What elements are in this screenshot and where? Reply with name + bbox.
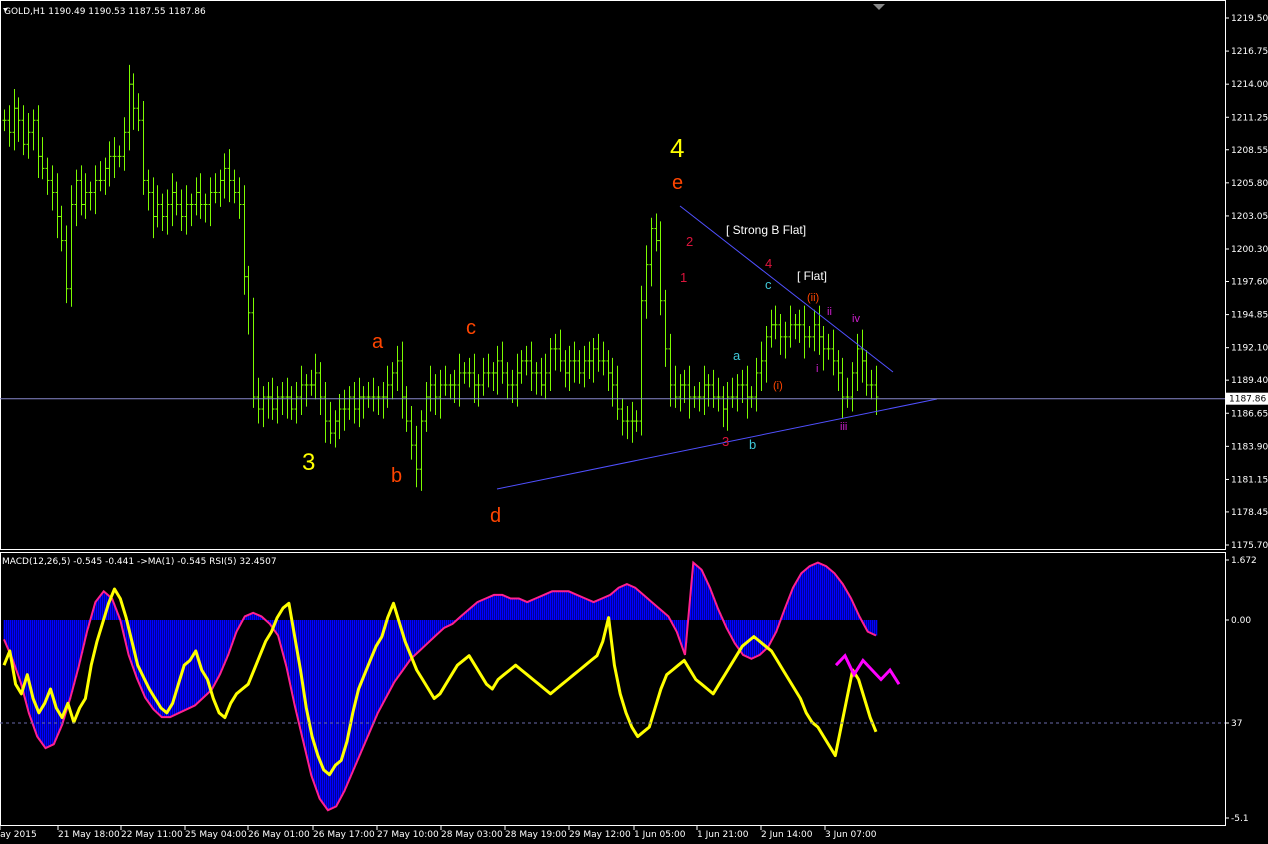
time-tick-label: 25 May 04:00 [185, 830, 247, 840]
indicator-header: MACD(12,26,5) -0.545 -0.441 ->MA(1) -0.5… [2, 557, 277, 567]
price-tick-label: 1197.60 [1231, 278, 1268, 288]
wave-label: 1 [680, 270, 687, 285]
indicator-tick-label: 0.00 [1231, 616, 1251, 626]
wave-label: 3 [722, 434, 729, 449]
wave-label: b [391, 465, 402, 487]
price-tick-label: 1219.50 [1231, 14, 1268, 24]
time-tick-label: 21 May 18:00 [58, 830, 120, 840]
indicator-tick-label: 1.672 [1231, 556, 1257, 566]
price-tick-label: 1203.05 [1231, 212, 1268, 222]
price-tick-label: 1181.15 [1231, 475, 1268, 485]
lower-trendline[interactable] [496, 398, 938, 490]
time-tick-label: 26 May 01:00 [248, 830, 310, 840]
rsi-ma-line [834, 653, 901, 686]
wave-label: 2 [686, 234, 693, 249]
price-tick-label: 1208.55 [1231, 146, 1268, 156]
rsi-line [2, 587, 878, 777]
wave-annotations: 4 e 3 a b c d [ Strong B Flat] [ Flat] 1 2 3 4 a b c (i)… [302, 133, 860, 527]
time-tick-label: 28 May 03:00 [441, 830, 503, 840]
wave-label: [ Flat] [797, 269, 827, 283]
chart-canvas[interactable]: GOLD,H1 1190.49 1190.53 1187.55 1187.86 … [0, 0, 1268, 844]
price-axis: 1219.50 1216.75 1214.00 1211.25 1208.55 1205.… [0, 14, 1268, 551]
wave-label: ii [827, 306, 832, 318]
indicator-axis: 1.672 0.00 37 -5.1 [1225, 556, 1257, 824]
price-tick-label: 1216.75 [1231, 47, 1268, 57]
price-tick-label: 1189.40 [1231, 376, 1268, 386]
price-tick-label: 1192.10 [1231, 344, 1268, 354]
scroll-marker-icon[interactable] [873, 4, 885, 10]
price-tick-label: 1205.80 [1231, 179, 1268, 189]
price-tick-label: 1186.65 [1231, 409, 1268, 419]
wave-label: (i) [773, 380, 783, 392]
last-price-label: 1187.86 [1229, 395, 1266, 405]
time-axis: 21 May 2015 21 May 18:0022 May 11:0025 Ma… [0, 826, 877, 840]
wave-label: a [733, 348, 741, 363]
wave-label: c [765, 277, 772, 292]
wave-label: (ii) [807, 292, 819, 304]
time-tick-label: 28 May 19:00 [505, 830, 567, 840]
time-tick-label: 27 May 10:00 [377, 830, 439, 840]
wave-label: d [490, 505, 501, 527]
wave-label: a [372, 331, 384, 353]
price-tick-label: 1183.90 [1231, 442, 1268, 452]
price-tick-label: 1214.00 [1231, 80, 1268, 90]
time-tick-label: 29 May 12:00 [569, 830, 631, 840]
macd-histogram [3, 562, 878, 811]
main-chart-frame [0, 0, 1226, 550]
wave-label: e [672, 172, 683, 194]
wave-label: 4 [765, 256, 772, 271]
time-tick-label: 1 Jun 05:00 [634, 830, 686, 840]
indicator-tick-label: -5.1 [1231, 814, 1249, 824]
indicator-tick-label: 37 [1231, 719, 1242, 729]
time-tick-label: 1 Jun 21:00 [697, 830, 749, 840]
price-tick-label: 1175.70 [1231, 541, 1268, 551]
price-tick-label: 1211.25 [1231, 113, 1268, 123]
price-tick-label: 1200.30 [1231, 245, 1268, 255]
price-tick-label: 1194.85 [1231, 311, 1268, 321]
wave-label: 4 [670, 133, 684, 163]
trendlines[interactable] [496, 205, 938, 490]
macd-signal-line [3, 560, 877, 812]
wave-label: b [749, 437, 756, 452]
time-tick-label: 2 Jun 14:00 [761, 830, 813, 840]
wave-label: i [816, 363, 818, 375]
wave-label: c [466, 317, 476, 339]
time-tick-label: 22 May 11:00 [121, 830, 183, 840]
time-tick-label: 3 Jun 07:00 [825, 830, 877, 840]
wave-label: [ Strong B Flat] [726, 223, 806, 237]
time-tick-label: 21 May 2015 [0, 830, 37, 840]
wave-label: 3 [302, 449, 315, 476]
candle-series [2, 64, 879, 491]
wave-label: iii [840, 421, 847, 433]
time-tick-label: 26 May 17:00 [313, 830, 375, 840]
price-tick-label: 1178.45 [1231, 508, 1268, 518]
wave-label: iv [852, 313, 860, 325]
symbol-header: GOLD,H1 1190.49 1190.53 1187.55 1187.86 [4, 7, 206, 17]
